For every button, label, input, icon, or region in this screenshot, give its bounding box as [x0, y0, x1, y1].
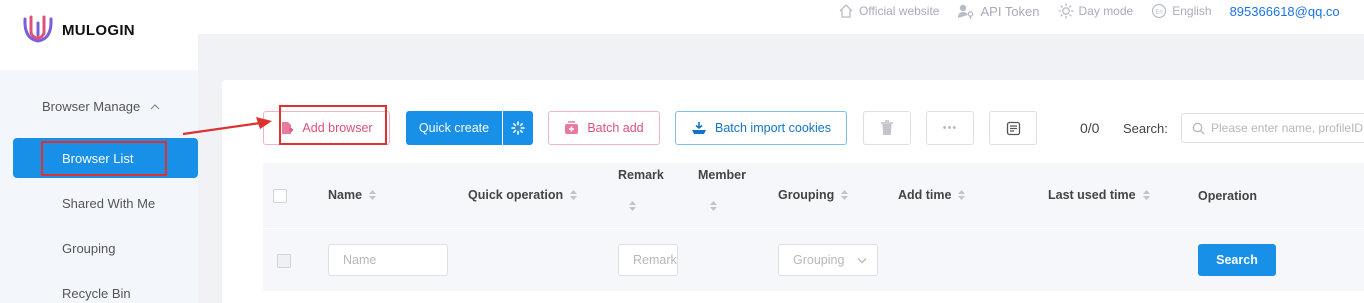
- column-header-label: Last used time: [1048, 188, 1136, 202]
- annotation-highlight-browser-list: [41, 141, 167, 176]
- column-header-grouping[interactable]: Grouping: [778, 188, 849, 202]
- column-settings-button[interactable]: [989, 111, 1037, 145]
- day-mode-label: Day mode: [1078, 4, 1134, 18]
- quick-create-options-button[interactable]: [503, 111, 533, 145]
- sort-icon: [1142, 189, 1151, 201]
- batch-add-label: Batch add: [587, 121, 644, 135]
- column-header-label: Operation: [1198, 189, 1258, 203]
- name-filter-input[interactable]: [343, 253, 447, 267]
- home-icon: [839, 4, 853, 18]
- delete-button[interactable]: [863, 111, 911, 145]
- batch-import-cookies-button[interactable]: Batch import cookies: [675, 111, 847, 145]
- api-token-label: API Token: [980, 3, 1040, 19]
- language-selector[interactable]: En English: [1151, 3, 1212, 19]
- column-header-remark[interactable]: Remark: [618, 168, 664, 182]
- batch-add-icon: [565, 121, 579, 134]
- select-all-checkbox[interactable]: [273, 189, 287, 203]
- user-key-icon: [958, 4, 974, 19]
- annotation-arrow-icon: [182, 117, 272, 136]
- sort-icon: [709, 200, 718, 212]
- more-icon: •••: [942, 122, 958, 134]
- search-field[interactable]: [1181, 113, 1364, 143]
- official-website-label: Official website: [859, 4, 940, 18]
- remark-filter-input[interactable]: [633, 253, 677, 267]
- official-website-link[interactable]: Official website: [838, 3, 939, 19]
- column-header-label: Add time: [898, 188, 952, 202]
- search-button[interactable]: Search: [1198, 244, 1276, 276]
- column-header-last-used-time[interactable]: Last used time: [1048, 188, 1151, 202]
- sun-icon: [1058, 3, 1074, 19]
- annotation-highlight-add-browser: [279, 105, 387, 145]
- name-filter-field[interactable]: [328, 244, 448, 276]
- column-header-label: Member: [698, 168, 746, 182]
- day-mode-toggle[interactable]: Day mode: [1058, 3, 1134, 19]
- import-cookies-icon: [691, 122, 706, 134]
- row-checkbox[interactable]: [277, 254, 291, 268]
- sidebar-group-label: Browser Manage: [42, 99, 141, 114]
- user-account-email[interactable]: 895366618@qq.co: [1230, 4, 1340, 19]
- sort-icon: [957, 189, 966, 201]
- column-header-name[interactable]: Name: [328, 188, 377, 202]
- column-header-label: Grouping: [778, 188, 835, 202]
- sidebar-item-recycle-bin[interactable]: Recycle Bin: [62, 286, 131, 301]
- sort-icon: [368, 189, 377, 201]
- selection-count: 0/0: [1080, 120, 1100, 136]
- quick-create-button[interactable]: Quick create: [406, 111, 502, 145]
- spinner-icon: [511, 121, 525, 135]
- brand-name: MULOGIN: [62, 21, 135, 39]
- api-token-link[interactable]: API Token: [957, 3, 1040, 19]
- grouping-filter-placeholder: Grouping: [793, 253, 845, 267]
- column-header-label: Remark: [618, 168, 664, 182]
- sort-icon: [840, 189, 849, 201]
- column-header-add-time[interactable]: Add time: [898, 188, 966, 202]
- top-navigation: Official website API Token Day mode En E…: [838, 0, 1340, 22]
- column-header-label: Quick operation: [468, 188, 564, 202]
- chevron-down-icon: [857, 257, 867, 263]
- brand-logo[interactable]: MULOGIN: [20, 10, 135, 50]
- column-header-operation: Operation: [1198, 189, 1257, 203]
- app-root: MULOGIN Official website API Token Day m…: [0, 0, 1364, 303]
- trash-icon: [881, 120, 893, 135]
- quick-create-label: Quick create: [418, 121, 490, 135]
- more-button[interactable]: •••: [926, 111, 974, 145]
- sidebar-item-grouping[interactable]: Grouping: [62, 241, 115, 256]
- chevron-up-icon: [150, 103, 160, 109]
- batch-import-cookies-label: Batch import cookies: [714, 121, 832, 135]
- column-header-label: Name: [328, 188, 363, 202]
- batch-add-button[interactable]: Batch add: [548, 111, 660, 145]
- column-header-quick-operation[interactable]: Quick operation: [468, 188, 578, 202]
- mulogin-logo-icon: [20, 12, 56, 48]
- search-label: Search:: [1123, 121, 1168, 136]
- grouping-filter-select[interactable]: Grouping: [778, 244, 878, 276]
- language-label: English: [1172, 4, 1212, 18]
- sidebar-item-shared-with-me[interactable]: Shared With Me: [62, 196, 155, 211]
- sort-icon: [569, 189, 578, 201]
- column-header-member[interactable]: Member: [698, 168, 746, 182]
- sidebar: Browser Manage Browser List Shared With …: [0, 70, 198, 303]
- sidebar-group-browser-manage[interactable]: Browser Manage: [42, 99, 160, 114]
- sort-icon: [628, 200, 637, 212]
- remark-filter-field[interactable]: [618, 244, 678, 276]
- svg-text:En: En: [1156, 10, 1163, 16]
- language-icon: En: [1152, 3, 1167, 19]
- search-icon: [1192, 122, 1205, 134]
- search-input[interactable]: [1211, 121, 1364, 135]
- settings-list-icon: [1006, 121, 1020, 135]
